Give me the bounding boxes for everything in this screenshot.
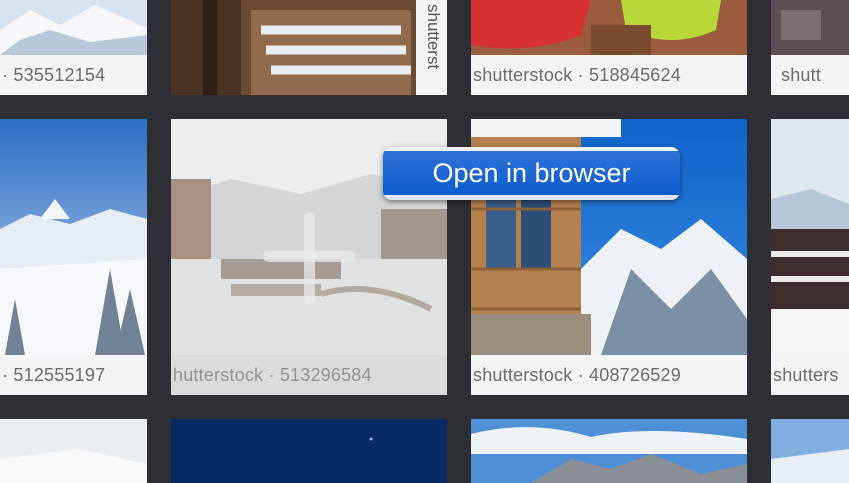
snow-field-thumbnail [0, 419, 147, 483]
stock-image-tile[interactable]: shutt [771, 0, 849, 95]
stock-image-tile[interactable]: · 535512154 [0, 0, 147, 95]
image-caption: shutterst [424, 4, 443, 70]
climbers-resting-thumbnail [471, 0, 747, 55]
stock-image-tile[interactable] [771, 419, 849, 483]
cabin-thumbnail [771, 0, 849, 55]
stock-image-tile[interactable]: shutterst [171, 0, 447, 95]
image-caption: shutterstock · 518845624 [471, 55, 747, 95]
open-in-browser-button[interactable]: Open in browser [383, 147, 680, 200]
image-caption: shutterstock · 408726529 [471, 355, 747, 395]
add-plus-icon[interactable] [263, 212, 355, 304]
image-caption: shutters [771, 355, 849, 395]
image-caption: hutterstock · 513296584 [171, 355, 447, 395]
stock-image-tile[interactable] [0, 419, 147, 483]
image-caption: shutt [771, 55, 849, 95]
stock-image-tile[interactable] [471, 419, 747, 483]
image-caption: · 535512154 [0, 55, 147, 95]
image-caption: · 512555197 [0, 355, 147, 395]
stock-image-tile[interactable]: shutterstock · 518845624 [471, 0, 747, 95]
open-in-browser-label: Open in browser [432, 158, 631, 188]
night-sky-thumbnail [171, 419, 447, 483]
stock-image-tile[interactable] [171, 419, 447, 483]
snowy-deck-thumbnail [771, 119, 849, 355]
dolomites-thumbnail [471, 419, 747, 483]
wooden-stairs-thumbnail [171, 0, 447, 95]
snowy-forest-thumbnail [0, 119, 147, 355]
stock-image-tile[interactable]: shutters [771, 119, 849, 395]
stock-image-tile[interactable]: · 512555197 [0, 119, 147, 395]
winter-sky-thumbnail [771, 419, 849, 483]
snowy-mountain-thumbnail [0, 0, 147, 55]
